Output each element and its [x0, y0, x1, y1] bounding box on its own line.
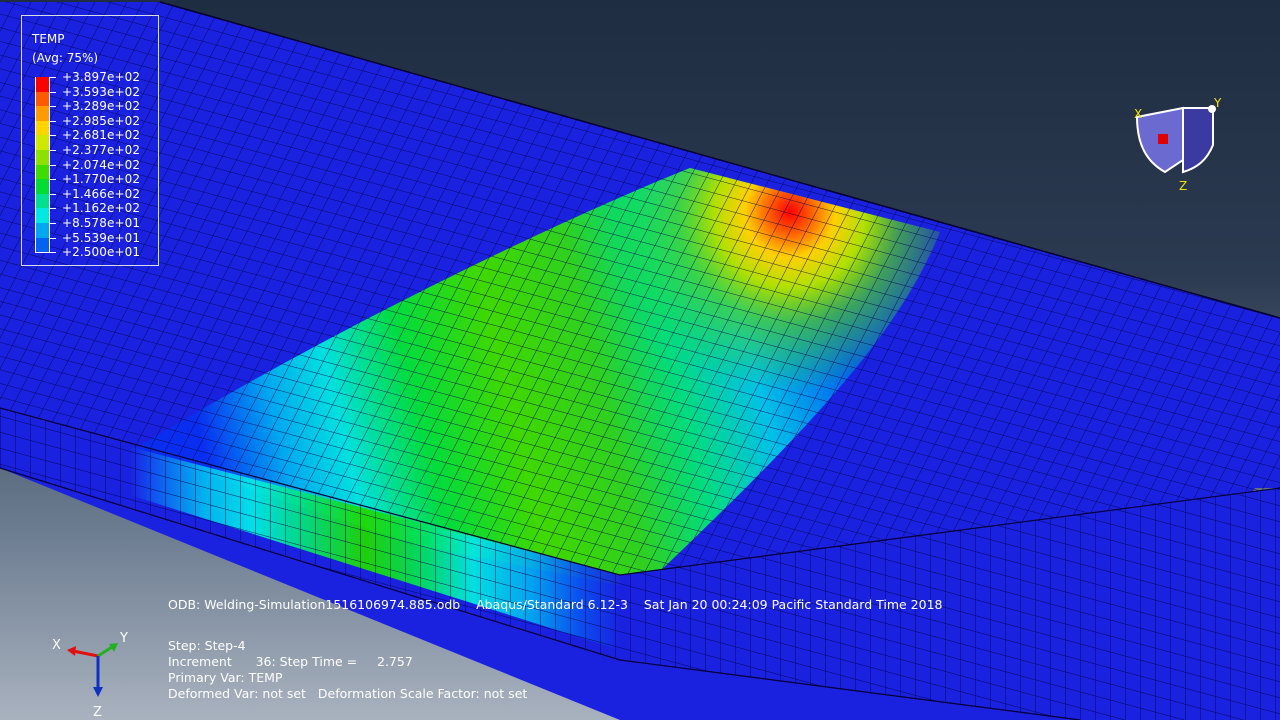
legend-value: +2.500e+01	[62, 245, 141, 260]
triad-z-label: Z	[93, 705, 102, 720]
legend-swatch	[35, 77, 50, 92]
legend-tick	[50, 179, 56, 181]
step-label: Step: Step-4	[168, 638, 246, 653]
legend-tick	[50, 237, 56, 239]
legend-value: +2.074e+02	[62, 157, 141, 172]
legend-swatch	[35, 193, 50, 209]
legend-tick	[50, 120, 56, 122]
view-x-label: X	[1134, 107, 1142, 121]
legend-swatch	[35, 135, 50, 150]
legend-value: +3.289e+02	[62, 99, 141, 114]
legend-swatch	[35, 106, 50, 121]
legend-title: TEMP	[32, 32, 65, 46]
legend-tick	[50, 77, 56, 78]
temperature-legend[interactable]: TEMP (Avg: 75%) +3.897e+02 +3.593e+02 +3.2…	[21, 15, 159, 266]
legend-swatch	[35, 237, 50, 253]
legend-swatch	[35, 150, 50, 165]
view-y-label: Y	[1213, 96, 1222, 110]
legend-value: +1.770e+02	[62, 172, 141, 187]
legend-swatch	[35, 223, 50, 238]
legend-tick	[50, 135, 56, 137]
legend-value: +8.578e+01	[62, 216, 141, 230]
legend-tick	[50, 252, 56, 254]
legend-swatch	[35, 91, 50, 107]
legend-divider	[35, 252, 50, 254]
deformed-var-label: Deformed Var: not set Deformation Scale …	[168, 686, 528, 701]
triad-y-label: Y	[119, 631, 128, 646]
view-cube[interactable]: X Y Z	[1125, 90, 1235, 200]
legend-tick	[50, 164, 56, 166]
legend-tick	[50, 150, 56, 151]
legend-swatch	[35, 120, 50, 136]
legend-tick	[50, 91, 56, 93]
legend-value: +2.985e+02	[62, 113, 141, 128]
legend-value: +2.681e+02	[62, 128, 141, 143]
primary-var-label: Primary Var: TEMP	[168, 670, 283, 685]
odb-info-line: ODB: Welding-Simulation1516106974.885.od…	[168, 597, 943, 612]
triad-x-label: X	[52, 638, 61, 653]
legend-value: +5.539e+01	[62, 230, 141, 245]
legend-value: +3.897e+02	[62, 70, 141, 84]
legend-value: +1.162e+02	[62, 201, 141, 216]
legend-tick	[50, 106, 56, 108]
legend-tick	[50, 193, 56, 195]
legend-tick	[50, 208, 56, 210]
view-z-label: Z	[1179, 179, 1187, 193]
legend-swatch	[35, 179, 50, 194]
legend-subtitle: (Avg: 75%)	[32, 51, 99, 65]
increment-label: Increment 36: Step Time = 2.757	[168, 654, 413, 669]
legend-swatch	[35, 208, 50, 223]
legend-tick	[50, 223, 56, 224]
legend-value: +1.466e+02	[62, 186, 141, 201]
legend-value: +3.593e+02	[62, 84, 141, 99]
view-cube-marker	[1158, 134, 1168, 144]
legend-swatch	[35, 164, 50, 180]
legend-value: +2.377e+02	[62, 143, 141, 157]
coordinate-triad: X Y Z	[52, 631, 128, 720]
